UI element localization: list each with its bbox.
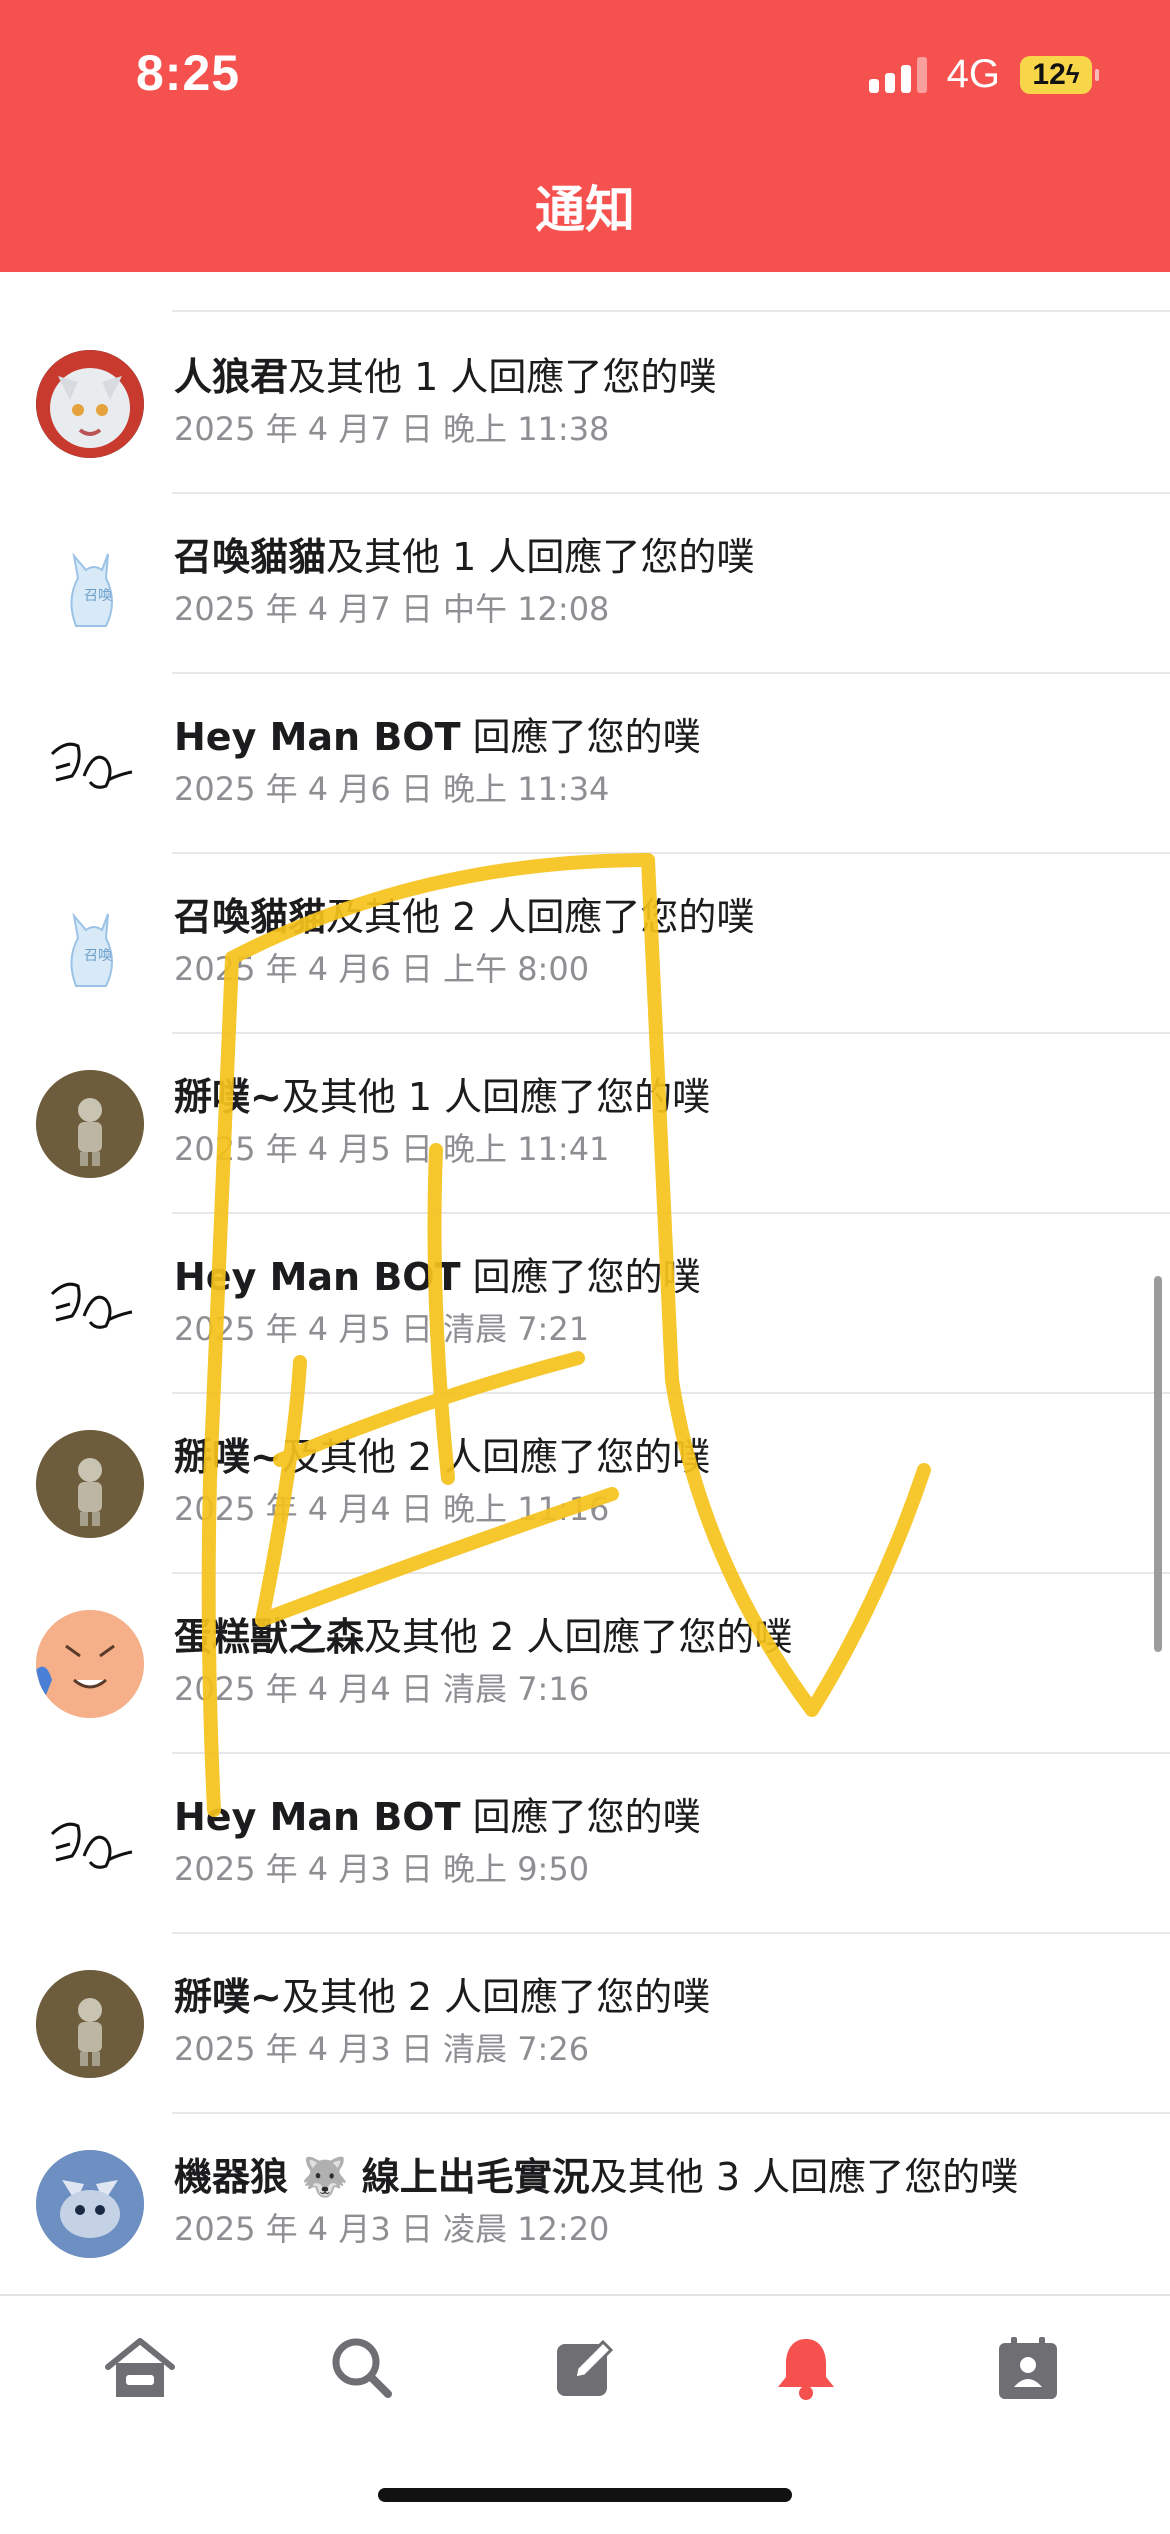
notifier-name: 人狼君 (174, 355, 289, 399)
notification-row[interactable]: Hey Man BOT 回應了您的噗 2025 年 4 月5 日 清晨 7:21 (0, 1212, 1170, 1392)
robot-wolf-avatar[interactable] (36, 2150, 144, 2258)
svg-text:召喚: 召喚 (84, 948, 112, 964)
search-icon (332, 2338, 392, 2398)
notification-row[interactable]: 掰噗~及其他 2 人回應了您的噗 2025 年 4 月3 日 清晨 7:26 (0, 1932, 1170, 2112)
battery-level: 12 (1032, 57, 1066, 91)
notification-text: 及其他 2 人回應了您的噗 (281, 1435, 711, 1479)
tab-profile[interactable] (988, 2328, 1068, 2408)
notification-time: 2025 年 4 月5 日 清晨 7:21 (174, 1310, 590, 1348)
knight-avatar[interactable] (36, 1970, 144, 2078)
notification-time: 2025 年 4 月5 日 晚上 11:41 (174, 1130, 610, 1168)
notifier-name: Hey Man BOT (174, 1255, 461, 1299)
signal-icon (868, 56, 927, 93)
notification-text: 回應了您的噗 (460, 1795, 701, 1839)
notification-time: 2025 年 4 月6 日 上午 8:00 (174, 950, 590, 988)
list-item-partial (0, 272, 1170, 312)
header: 8:25 4G 12 ϟ 通知 (0, 0, 1170, 272)
notification-text: 及其他 1 人回應了您的噗 (288, 355, 717, 399)
notification-row[interactable]: 掰噗~及其他 2 人回應了您的噗 2025 年 4 月4 日 晚上 11:16 (0, 1392, 1170, 1572)
sketch-avatar[interactable] (36, 710, 144, 818)
notification-text: 及其他 2 人回應了您的噗 (326, 895, 755, 939)
notification-time: 2025 年 4 月3 日 晚上 9:50 (174, 1850, 590, 1888)
notification-text: 及其他 1 人回應了您的噗 (281, 1075, 711, 1119)
home-icon (105, 2338, 175, 2397)
notification-row[interactable]: 蛋糕獸之森及其他 2 人回應了您的噗 2025 年 4 月4 日 清晨 7:16 (0, 1572, 1170, 1752)
notification-row[interactable]: 掰噗~及其他 1 人回應了您的噗 2025 年 4 月5 日 晚上 11:41 (0, 1032, 1170, 1212)
notifier-name: 掰噗~ (174, 1075, 282, 1119)
notification-time: 2025 年 4 月6 日 晚上 11:34 (174, 770, 610, 808)
notification-time: 2025 年 4 月4 日 清晨 7:16 (174, 1670, 590, 1708)
tab-notifications[interactable] (766, 2328, 846, 2408)
notification-row[interactable]: 召喚 召喚貓貓及其他 2 人回應了您的噗 2025 年 4 月6 日 上午 8:… (0, 852, 1170, 1032)
home-indicator[interactable] (378, 2488, 792, 2502)
notifier-name: 召喚貓貓 (174, 895, 327, 939)
tab-search[interactable] (322, 2328, 402, 2408)
notifier-name: Hey Man BOT (174, 1795, 461, 1839)
network-type: 4G (946, 52, 1000, 96)
sketch-avatar[interactable] (36, 1790, 144, 1898)
notifier-name: 掰噗~ (174, 1975, 282, 2019)
bell-icon (778, 2339, 834, 2400)
scrollbar[interactable] (1154, 1276, 1162, 1652)
notification-text: 回應了您的噗 (460, 1255, 701, 1299)
notifier-name: 掰噗~ (174, 1435, 282, 1479)
notification-row[interactable]: 召喚 召喚貓貓及其他 1 人回應了您的噗 2025 年 4 月7 日 中午 12… (0, 492, 1170, 672)
notification-text: 及其他 2 人回應了您的噗 (281, 1975, 711, 2019)
compose-icon (557, 2339, 614, 2396)
notification-time: 2025 年 4 月7 日 晚上 11:38 (174, 410, 610, 448)
wolf-avatar[interactable] (36, 350, 144, 458)
battery-icon: 12 ϟ (1020, 55, 1099, 94)
notifier-name: 機器狼 🐺 線上出毛實況 (174, 2155, 590, 2199)
cake-beast-avatar[interactable] (36, 1610, 144, 1718)
notifier-name: Hey Man BOT (174, 715, 461, 759)
notifier-name: 召喚貓貓 (174, 535, 327, 579)
page-title: 通知 (535, 181, 635, 239)
tab-compose[interactable] (545, 2328, 625, 2408)
knight-avatar[interactable] (36, 1430, 144, 1538)
tab-home[interactable] (100, 2328, 180, 2408)
notification-row[interactable]: Hey Man BOT 回應了您的噗 2025 年 4 月3 日 晚上 9:50 (0, 1752, 1170, 1932)
notification-row[interactable]: 人狼君及其他 1 人回應了您的噗 2025 年 4 月7 日 晚上 11:38 (0, 312, 1170, 492)
notification-time: 2025 年 4 月3 日 清晨 7:26 (174, 2030, 590, 2068)
blue-cat-avatar[interactable]: 召喚 (36, 530, 144, 638)
notification-time: 2025 年 4 月3 日 凌晨 12:20 (174, 2210, 610, 2248)
notification-row[interactable]: 機器狼 🐺 線上出毛實況及其他 3 人回應了您的噗 2025 年 4 月3 日 … (0, 2112, 1170, 2292)
notifier-name: 蛋糕獸之森 (174, 1615, 365, 1659)
knight-avatar[interactable] (36, 1070, 144, 1178)
sketch-avatar[interactable] (36, 1250, 144, 1358)
status-indicators: 4G 12 ϟ (868, 52, 1099, 97)
notification-text: 及其他 3 人回應了您的噗 (589, 2155, 1019, 2199)
svg-text:召喚: 召喚 (84, 588, 112, 604)
profile-card-icon (999, 2337, 1057, 2399)
notification-text: 及其他 2 人回應了您的噗 (364, 1615, 793, 1659)
notification-row[interactable]: Hey Man BOT 回應了您的噗 2025 年 4 月6 日 晚上 11:3… (0, 672, 1170, 852)
notification-text: 回應了您的噗 (460, 715, 701, 759)
notification-list[interactable]: 人狼君及其他 1 人回應了您的噗 2025 年 4 月7 日 晚上 11:38 … (0, 272, 1170, 2296)
status-time: 8:25 (136, 45, 241, 101)
blue-cat-avatar[interactable]: 召喚 (36, 890, 144, 998)
notification-text: 及其他 1 人回應了您的噗 (326, 535, 755, 579)
notification-time: 2025 年 4 月7 日 中午 12:08 (174, 590, 610, 628)
notification-time: 2025 年 4 月4 日 晚上 11:16 (174, 1490, 610, 1528)
